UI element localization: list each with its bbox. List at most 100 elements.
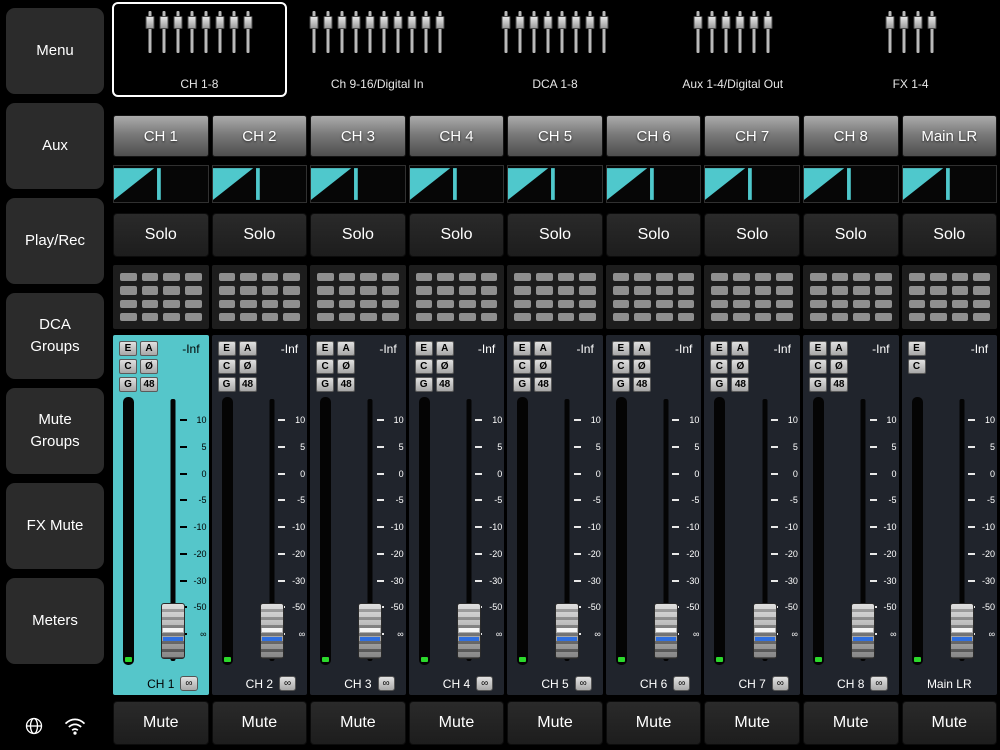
- chip-48[interactable]: 48: [632, 377, 651, 392]
- chip-a[interactable]: A: [238, 341, 257, 356]
- chip-48[interactable]: 48: [534, 377, 553, 392]
- fader-handle[interactable]: [259, 603, 284, 659]
- channel-select-button[interactable]: CH 4: [408, 115, 505, 157]
- chip-c[interactable]: C: [217, 359, 236, 374]
- tab-ch-1-8[interactable]: CH 1-8: [112, 2, 287, 97]
- chip-a[interactable]: A: [140, 341, 158, 356]
- chip-g[interactable]: G: [414, 377, 433, 392]
- chip-c[interactable]: C: [907, 359, 926, 374]
- chip-g[interactable]: G: [316, 377, 335, 392]
- mute-button[interactable]: Mute: [211, 701, 308, 745]
- sidebar-item-mute-groups[interactable]: Mute Groups: [6, 388, 104, 474]
- chip-g[interactable]: G: [808, 377, 827, 392]
- solo-button[interactable]: Solo: [113, 213, 209, 257]
- fader-handle[interactable]: [555, 603, 580, 659]
- eq-curve-thumbnail[interactable]: [113, 165, 209, 203]
- eq-curve-thumbnail[interactable]: [507, 165, 603, 203]
- channel-select-button[interactable]: CH 1: [113, 115, 209, 157]
- fader-handle[interactable]: [851, 603, 876, 659]
- channel-select-button[interactable]: CH 5: [507, 115, 603, 157]
- chip-48[interactable]: 48: [731, 377, 750, 392]
- eq-curve-thumbnail[interactable]: [211, 165, 308, 203]
- chip-phase[interactable]: Ø: [731, 359, 750, 374]
- mute-button[interactable]: Mute: [113, 701, 209, 745]
- chip-g[interactable]: G: [119, 377, 137, 392]
- chip-48[interactable]: 48: [435, 377, 454, 392]
- chip-c[interactable]: C: [513, 359, 532, 374]
- solo-button[interactable]: Solo: [310, 213, 406, 257]
- eq-curve-thumbnail[interactable]: [310, 165, 406, 203]
- eq-curve-thumbnail[interactable]: [408, 165, 505, 203]
- eq-curve-thumbnail[interactable]: [704, 165, 800, 203]
- eq-curve-thumbnail[interactable]: [802, 165, 899, 203]
- chip-a[interactable]: A: [534, 341, 553, 356]
- chip-g[interactable]: G: [513, 377, 532, 392]
- channel-select-button[interactable]: Main LR: [901, 115, 998, 157]
- chip-48[interactable]: 48: [829, 377, 848, 392]
- chip-e[interactable]: E: [710, 341, 729, 356]
- chip-c[interactable]: C: [119, 359, 137, 374]
- chip-e[interactable]: E: [907, 341, 926, 356]
- chip-e[interactable]: E: [808, 341, 827, 356]
- sidebar-item-dca-groups[interactable]: DCA Groups: [6, 293, 104, 379]
- solo-button[interactable]: Solo: [802, 213, 899, 257]
- chip-a[interactable]: A: [829, 341, 848, 356]
- chip-c[interactable]: C: [414, 359, 433, 374]
- mute-button[interactable]: Mute: [704, 701, 800, 745]
- chip-e[interactable]: E: [611, 341, 630, 356]
- globe-icon[interactable]: [24, 716, 44, 736]
- channel-select-button[interactable]: CH 2: [211, 115, 308, 157]
- chip-g[interactable]: G: [217, 377, 236, 392]
- solo-button[interactable]: Solo: [901, 213, 998, 257]
- sidebar-item-menu[interactable]: Menu: [6, 8, 104, 94]
- mute-button[interactable]: Mute: [802, 701, 899, 745]
- chip-phase[interactable]: Ø: [337, 359, 356, 374]
- chip-c[interactable]: C: [710, 359, 729, 374]
- mute-button[interactable]: Mute: [310, 701, 406, 745]
- chip-e[interactable]: E: [316, 341, 335, 356]
- sidebar-item-fx-mute[interactable]: FX Mute: [6, 483, 104, 569]
- channel-select-button[interactable]: CH 8: [802, 115, 899, 157]
- chip-e[interactable]: E: [119, 341, 137, 356]
- solo-button[interactable]: Solo: [408, 213, 505, 257]
- eq-curve-thumbnail[interactable]: [605, 165, 702, 203]
- solo-button[interactable]: Solo: [211, 213, 308, 257]
- fader-handle[interactable]: [752, 603, 777, 659]
- sidebar-item-play-rec[interactable]: Play/Rec: [6, 198, 104, 284]
- solo-button[interactable]: Solo: [605, 213, 702, 257]
- chip-e[interactable]: E: [414, 341, 433, 356]
- fader-handle[interactable]: [161, 603, 186, 659]
- mute-button[interactable]: Mute: [605, 701, 702, 745]
- fader-handle[interactable]: [654, 603, 679, 659]
- chip-g[interactable]: G: [710, 377, 729, 392]
- eq-curve-thumbnail[interactable]: [901, 165, 998, 203]
- chip-a[interactable]: A: [337, 341, 356, 356]
- chip-48[interactable]: 48: [238, 377, 257, 392]
- channel-select-button[interactable]: CH 7: [704, 115, 800, 157]
- chip-48[interactable]: 48: [337, 377, 356, 392]
- chip-g[interactable]: G: [611, 377, 630, 392]
- chip-c[interactable]: C: [808, 359, 827, 374]
- chip-phase[interactable]: Ø: [632, 359, 651, 374]
- tab-fx-1-4[interactable]: FX 1-4: [823, 2, 998, 97]
- solo-button[interactable]: Solo: [507, 213, 603, 257]
- mute-button[interactable]: Mute: [408, 701, 505, 745]
- wifi-icon[interactable]: [63, 717, 87, 736]
- chip-e[interactable]: E: [513, 341, 532, 356]
- chip-phase[interactable]: Ø: [829, 359, 848, 374]
- mute-button[interactable]: Mute: [507, 701, 603, 745]
- tab-aux-1-4-digital-out[interactable]: Aux 1-4/Digital Out: [645, 2, 821, 97]
- chip-a[interactable]: A: [632, 341, 651, 356]
- solo-button[interactable]: Solo: [704, 213, 800, 257]
- chip-phase[interactable]: Ø: [140, 359, 158, 374]
- chip-phase[interactable]: Ø: [435, 359, 454, 374]
- fader-handle[interactable]: [358, 603, 383, 659]
- chip-phase[interactable]: Ø: [534, 359, 553, 374]
- fader-handle[interactable]: [456, 603, 481, 659]
- tab-dca-1-8[interactable]: DCA 1-8: [467, 2, 643, 97]
- chip-a[interactable]: A: [731, 341, 750, 356]
- chip-e[interactable]: E: [217, 341, 236, 356]
- chip-48[interactable]: 48: [140, 377, 158, 392]
- chip-c[interactable]: C: [316, 359, 335, 374]
- sidebar-item-aux[interactable]: Aux: [6, 103, 104, 189]
